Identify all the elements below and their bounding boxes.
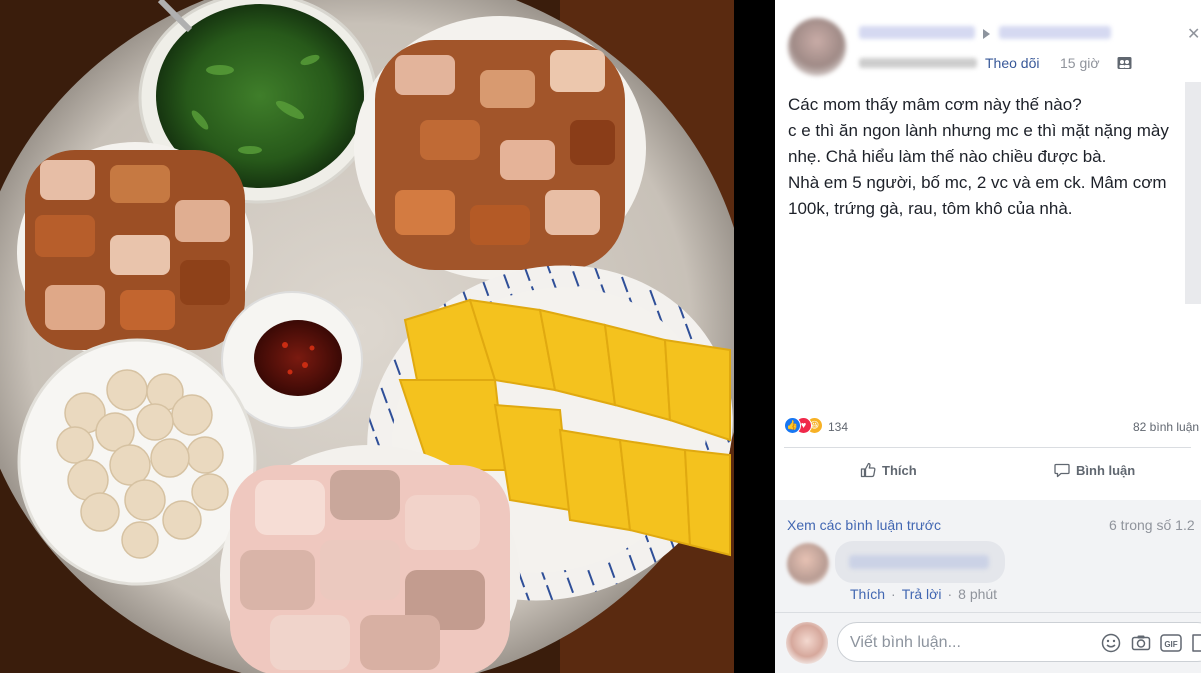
comment-bubble xyxy=(835,541,1005,583)
divider xyxy=(775,612,1201,613)
post-panel: Theo dõi 15 giờ ✕ Các mom thấy mâm cơm n… xyxy=(775,0,1201,673)
food-tray-photo xyxy=(0,0,734,673)
comment-reply-link[interactable]: Trả lời xyxy=(902,586,942,602)
divider xyxy=(784,447,1191,448)
post-line: c e thì ăn ngon lành nhưng mc e thì mặt … xyxy=(788,121,1169,140)
like-button[interactable]: Thích xyxy=(860,458,917,482)
reaction-count[interactable]: 134 xyxy=(828,420,848,434)
author-meta-redacted xyxy=(859,58,977,68)
comment-actions: Thích · Trả lời · 8 phút xyxy=(850,586,997,602)
composer-icons: GIF xyxy=(1100,632,1201,654)
comment-count-range: 6 trong số 1.2 xyxy=(1109,517,1195,533)
camera-icon[interactable] xyxy=(1130,632,1152,654)
comment-timestamp[interactable]: 8 phút xyxy=(958,586,997,602)
like-reaction-icon: 👍 xyxy=(784,417,801,434)
post-line: Nhà em 5 người, bố mc, 2 vc và em ck. Mâ… xyxy=(788,173,1167,192)
comment-button-label: Bình luận xyxy=(1076,462,1136,478)
close-icon[interactable]: ✕ xyxy=(1187,24,1200,44)
comment-count[interactable]: 82 bình luận xyxy=(1133,420,1199,434)
post-text: Các mom thấy mâm cơm này thế nào? c e th… xyxy=(788,92,1188,222)
post-line: 100k, trứng gà, rau, tôm khô của nhà. xyxy=(788,199,1073,218)
follow-link[interactable]: Theo dõi xyxy=(985,55,1039,71)
post-timestamp[interactable]: 15 giờ xyxy=(1060,55,1100,71)
current-user-avatar[interactable] xyxy=(786,622,828,664)
commenter-avatar[interactable] xyxy=(787,543,829,585)
globe-friends-icon xyxy=(1117,56,1132,70)
post-line: nhẹ. Chả hiểu làm thế nào chiều được bà. xyxy=(788,147,1107,166)
comment-button[interactable]: Bình luận xyxy=(1054,458,1135,482)
view-previous-comments-link[interactable]: Xem các bình luận trước xyxy=(787,517,941,533)
gif-icon[interactable]: GIF xyxy=(1160,632,1182,654)
comment-like-link[interactable]: Thích xyxy=(850,586,885,602)
author-name-redacted[interactable] xyxy=(859,26,975,39)
sticker-icon[interactable] xyxy=(1190,632,1201,654)
separator-dot: · xyxy=(891,586,896,602)
post-photo[interactable] xyxy=(0,0,734,673)
comment-bubble-icon xyxy=(1054,462,1070,478)
comment-input[interactable]: Viết bình luận... GIF xyxy=(837,622,1201,662)
caret-right-icon xyxy=(983,29,990,39)
group-name-redacted[interactable] xyxy=(999,26,1111,39)
separator-dot: · xyxy=(947,586,953,602)
comments-section: Xem các bình luận trước 6 trong số 1.2 T… xyxy=(775,500,1201,673)
post-line: Các mom thấy mâm cơm này thế nào? xyxy=(788,95,1082,114)
thumbs-up-icon xyxy=(860,462,876,478)
like-button-label: Thích xyxy=(882,462,917,478)
comment-text-redacted xyxy=(849,555,989,569)
smiley-icon[interactable] xyxy=(1100,632,1122,654)
comment-input-placeholder: Viết bình luận... xyxy=(850,634,961,651)
gif-icon-label: GIF xyxy=(1164,640,1177,649)
author-avatar[interactable] xyxy=(788,18,846,76)
